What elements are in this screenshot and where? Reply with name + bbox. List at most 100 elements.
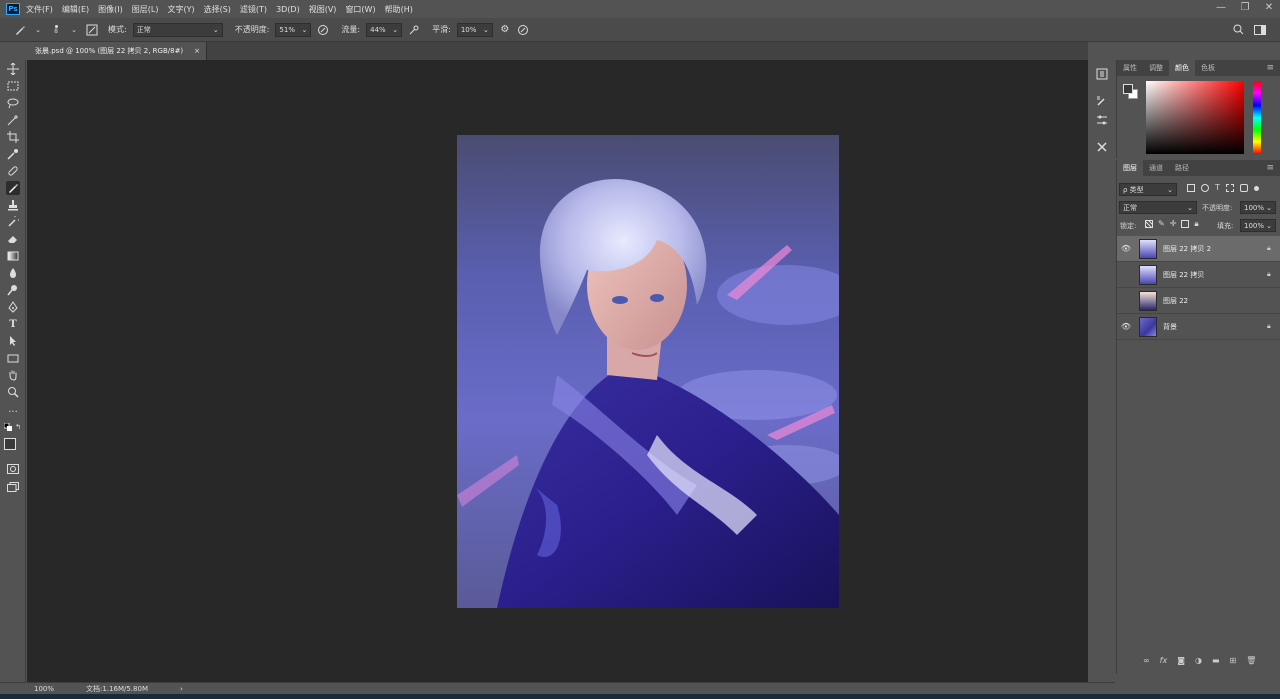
crop-tool-icon[interactable]: [6, 130, 20, 144]
lock-pixels-icon[interactable]: ✎: [1158, 220, 1165, 228]
tab-layers[interactable]: 图层: [1117, 160, 1143, 176]
history-brush-tool-icon[interactable]: [6, 215, 20, 229]
close-tab-icon[interactable]: ×: [194, 47, 200, 55]
more-tools-icon[interactable]: ···: [6, 405, 20, 419]
restore-button[interactable]: ❐: [1238, 2, 1252, 13]
new-layer-icon[interactable]: ⊞: [1230, 656, 1237, 665]
lasso-tool-icon[interactable]: [6, 96, 20, 110]
menu-layer[interactable]: 图层(L): [132, 4, 159, 15]
flow-input[interactable]: 44% ⌄: [366, 22, 403, 37]
lock-transparent-icon[interactable]: [1145, 220, 1153, 228]
clone-stamp-tool-icon[interactable]: [6, 198, 20, 212]
menu-type[interactable]: 文字(Y): [167, 4, 194, 15]
smoothing-input[interactable]: 10% ⌄: [456, 22, 493, 37]
lock-all-icon[interactable]: 🔒︎: [1194, 220, 1198, 228]
pressure-opacity-icon[interactable]: [317, 24, 329, 36]
link-icon[interactable]: ∞: [1143, 656, 1150, 665]
filter-toggle-icon[interactable]: [1253, 186, 1259, 191]
color-panel-foreground-swatch[interactable]: [1123, 84, 1133, 94]
layer-row[interactable]: 👁︎ 图层 22 拷贝 2 🔒︎: [1117, 236, 1280, 262]
pen-tool-icon[interactable]: [6, 300, 20, 314]
minimize-button[interactable]: —: [1214, 2, 1228, 13]
brush-size-picker[interactable]: 8: [50, 24, 62, 35]
chevron-down-icon[interactable]: ⌄: [32, 24, 44, 36]
eyedropper-tool-icon[interactable]: [6, 147, 20, 161]
adjustments-icon[interactable]: [1096, 114, 1108, 126]
history-panel-icon[interactable]: [1096, 68, 1108, 80]
tab-properties[interactable]: 属性: [1117, 60, 1143, 76]
layer-row[interactable]: 图层 22 拷贝 🔒︎: [1117, 262, 1280, 288]
mask-icon[interactable]: ◙: [1177, 656, 1185, 665]
gradient-tool-icon[interactable]: [6, 249, 20, 263]
brush-settings-icon[interactable]: [1096, 95, 1108, 107]
screen-mode-icon[interactable]: [6, 480, 20, 494]
tools-preset-icon[interactable]: [1096, 141, 1108, 153]
menu-image[interactable]: 图像(I): [98, 4, 123, 15]
opacity-input[interactable]: 51% ⌄: [275, 22, 312, 37]
color-spectrum-field[interactable]: [1146, 81, 1244, 154]
hand-tool-icon[interactable]: [6, 368, 20, 382]
hue-slider[interactable]: [1253, 81, 1261, 154]
move-tool-icon[interactable]: [6, 62, 20, 76]
mode-select[interactable]: 正常 ⌄: [132, 22, 223, 37]
zoom-level[interactable]: 100%: [34, 685, 54, 693]
blur-tool-icon[interactable]: [6, 266, 20, 280]
airbrush-icon[interactable]: [408, 24, 420, 36]
tab-adjustments[interactable]: 调整: [1143, 60, 1169, 76]
menu-help[interactable]: 帮助(H): [385, 4, 413, 15]
adjustment-icon[interactable]: ◑: [1195, 656, 1202, 665]
tab-swatches[interactable]: 色板: [1195, 60, 1221, 76]
close-button[interactable]: ✕: [1262, 2, 1276, 13]
shape-filter-icon[interactable]: [1225, 184, 1234, 192]
zoom-tool-icon[interactable]: [6, 385, 20, 399]
pixel-filter-icon[interactable]: [1187, 184, 1195, 192]
menu-edit[interactable]: 编辑(E): [62, 4, 89, 15]
canvas-area[interactable]: [27, 60, 1088, 682]
menu-file[interactable]: 文件(F): [26, 4, 53, 15]
search-icon[interactable]: [1232, 24, 1244, 36]
pressure-size-icon[interactable]: [517, 24, 529, 36]
quick-mask-icon[interactable]: [6, 462, 20, 476]
blend-mode-select[interactable]: 正常 ⌄: [1119, 201, 1197, 214]
adjustment-filter-icon[interactable]: [1201, 184, 1209, 192]
brush-tool-preset-icon[interactable]: [14, 24, 26, 36]
menu-3d[interactable]: 3D(D): [276, 5, 300, 14]
brush-tool-icon[interactable]: [6, 181, 20, 195]
lock-artboard-icon[interactable]: [1181, 220, 1190, 228]
panel-menu-icon[interactable]: ≡: [1266, 63, 1274, 73]
gear-icon[interactable]: ⚙: [499, 24, 511, 36]
path-selection-tool-icon[interactable]: [6, 334, 20, 348]
menu-view[interactable]: 视图(V): [309, 4, 337, 15]
tab-color[interactable]: 颜色: [1169, 60, 1195, 76]
eraser-tool-icon[interactable]: [6, 232, 20, 246]
tab-paths[interactable]: 路径: [1169, 160, 1195, 176]
default-colors-icon[interactable]: [4, 423, 12, 431]
menu-filter[interactable]: 滤镜(T): [240, 4, 267, 15]
chevron-down-icon[interactable]: ⌄: [68, 24, 80, 36]
smart-object-filter-icon[interactable]: [1239, 184, 1248, 192]
folder-icon[interactable]: ▬: [1212, 656, 1220, 665]
layer-row[interactable]: 👁︎ 背景 🔒︎: [1117, 314, 1280, 340]
layer-opacity-input[interactable]: 100% ⌄: [1240, 201, 1276, 214]
fx-icon[interactable]: fx: [1160, 656, 1168, 665]
panel-menu-icon[interactable]: ≡: [1266, 163, 1274, 173]
eye-icon[interactable]: 👁︎: [1117, 244, 1135, 253]
eye-icon[interactable]: 👁︎: [1117, 322, 1135, 331]
rectangle-tool-icon[interactable]: [6, 351, 20, 365]
swap-colors-icon[interactable]: ↰: [14, 423, 22, 431]
magic-wand-tool-icon[interactable]: [6, 113, 20, 127]
trash-icon[interactable]: 🗑︎: [1246, 656, 1256, 665]
tab-channels[interactable]: 通道: [1143, 160, 1169, 176]
lock-position-icon[interactable]: ✛: [1170, 220, 1177, 228]
document-tab[interactable]: 张晨.psd @ 100% (图层 22 拷贝 2, RGB/8#) ×: [27, 42, 207, 60]
layer-filter-select[interactable]: ρ 类型 ⌄: [1119, 183, 1177, 196]
type-filter-icon[interactable]: T: [1215, 184, 1220, 192]
document-canvas[interactable]: [457, 135, 839, 608]
dodge-tool-icon[interactable]: [6, 283, 20, 297]
brush-panel-icon[interactable]: [86, 24, 98, 36]
type-tool-icon[interactable]: T: [6, 317, 20, 331]
marquee-tool-icon[interactable]: [6, 79, 20, 93]
workspace-icon[interactable]: [1254, 24, 1266, 36]
healing-brush-tool-icon[interactable]: [6, 164, 20, 178]
status-expand-arrow[interactable]: ›: [180, 685, 183, 693]
